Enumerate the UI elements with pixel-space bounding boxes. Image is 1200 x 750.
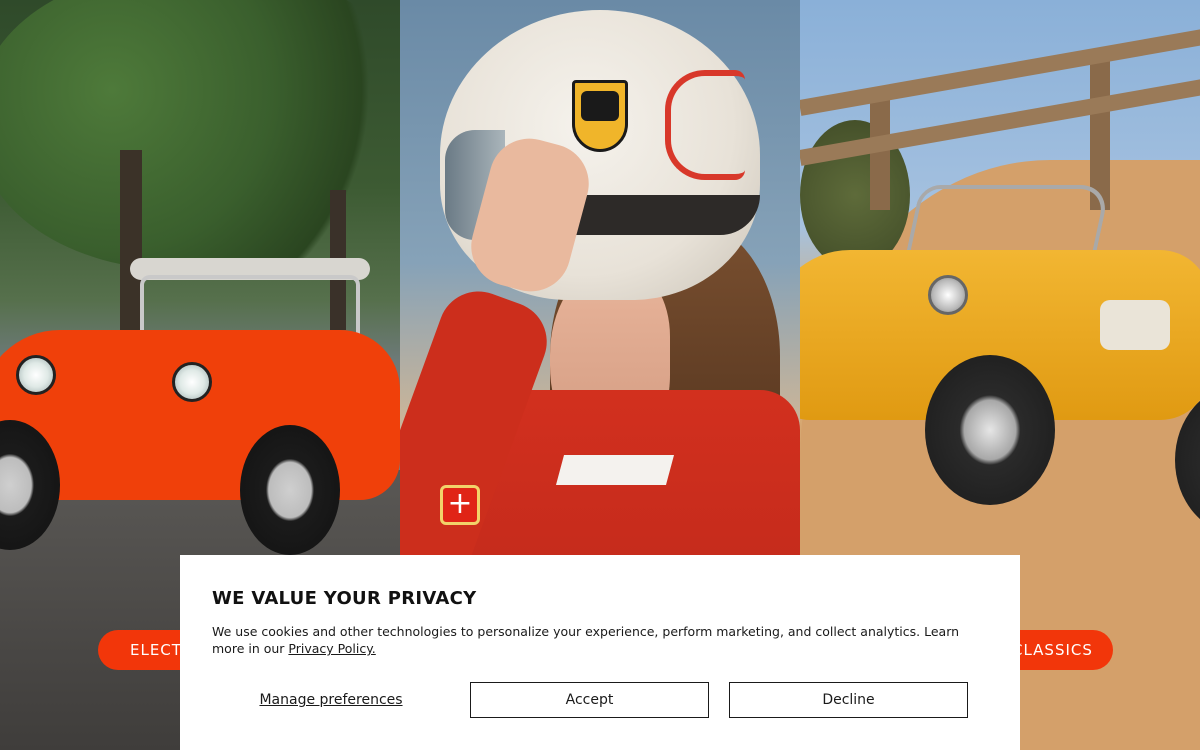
white-collar bbox=[555, 455, 675, 485]
decline-button[interactable]: Decline bbox=[729, 682, 968, 718]
fence-post bbox=[1090, 50, 1110, 210]
cookie-banner-text: We use cookies and other technologies to… bbox=[212, 623, 992, 657]
manage-preferences-link[interactable]: Manage preferences bbox=[212, 682, 450, 718]
accept-button[interactable]: Accept bbox=[470, 682, 709, 718]
headlight bbox=[16, 355, 56, 395]
wheel bbox=[925, 355, 1055, 505]
wheel bbox=[240, 425, 340, 555]
headlight bbox=[172, 362, 212, 402]
cookie-consent-banner: WE VALUE YOUR PRIVACY We use cookies and… bbox=[180, 555, 1020, 750]
swiss-flag-patch-icon: + bbox=[440, 485, 480, 525]
orange-buggy-body bbox=[0, 330, 400, 500]
brand-crest-logo bbox=[572, 80, 628, 152]
helmet-red-logo bbox=[665, 70, 745, 180]
buggy-seat bbox=[1100, 300, 1170, 350]
tree-trunk bbox=[120, 150, 142, 350]
cookie-banner-title: WE VALUE YOUR PRIVACY bbox=[212, 588, 477, 609]
privacy-policy-link[interactable]: Privacy Policy. bbox=[288, 641, 375, 656]
headlight bbox=[928, 275, 968, 315]
